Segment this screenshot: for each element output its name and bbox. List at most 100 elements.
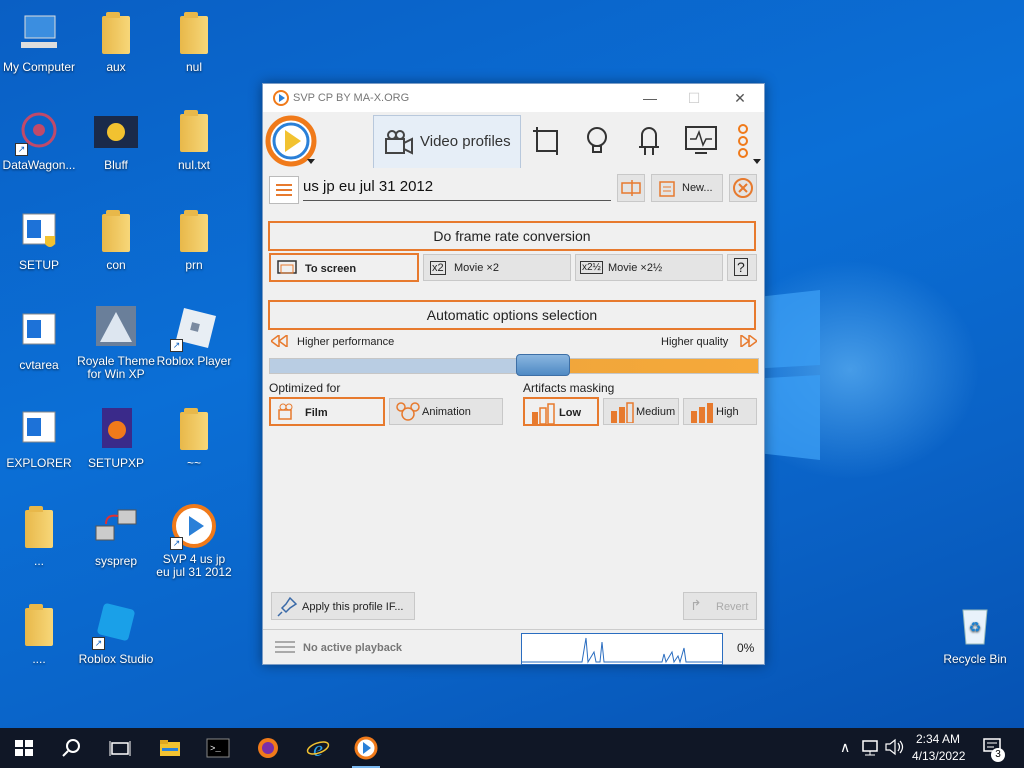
mode-movie-x25-button[interactable]: x2½ Movie ×2½ — [575, 254, 723, 281]
automatic-options-toggle[interactable]: Automatic options selection — [268, 300, 756, 330]
icon-label: aux — [106, 60, 126, 74]
profile-row: us jp eu jul 31 2012 New... — [269, 174, 757, 204]
icon-label: con — [106, 258, 126, 272]
svg-text:>_: >_ — [210, 744, 221, 754]
desktop-icon-royale-theme[interactable]: Royale Theme for Win XP — [77, 304, 155, 381]
desktop-icon-datawagon[interactable]: ↗ DataWagon... — [0, 108, 78, 172]
desktop-icon-bluff[interactable]: Bluff — [77, 108, 155, 172]
desktop-icon-svp4[interactable]: ↗ SVP 4 us jp eu jul 31 2012 — [155, 502, 233, 579]
clock-time[interactable]: 2:34 AM — [916, 732, 960, 746]
file-explorer-icon[interactable] — [158, 736, 182, 760]
close-button[interactable]: ✕ — [729, 88, 751, 108]
mode-to-screen-button[interactable]: To screen — [269, 253, 419, 282]
folder-icon — [180, 110, 208, 152]
tab-monitor[interactable] — [677, 115, 725, 167]
command-prompt-icon[interactable]: >_ — [206, 736, 230, 760]
desktop-icon-sysprep[interactable]: sysprep — [77, 504, 155, 568]
search-icon[interactable] — [60, 736, 84, 760]
revert-button[interactable]: ↱ Revert — [683, 592, 757, 620]
maximize-button[interactable]: ☐ — [683, 88, 705, 108]
shortcut-arrow-icon: ↗ — [92, 637, 105, 650]
rewind-icon — [271, 335, 288, 347]
tab-video-profiles[interactable]: Video profiles — [373, 115, 521, 168]
icon-label: nul — [185, 60, 202, 74]
higher-performance-label: Higher performance — [297, 336, 395, 348]
clock-date[interactable]: 4/13/2022 — [912, 749, 965, 763]
film-label: Film — [305, 407, 328, 419]
task-view-icon[interactable] — [108, 736, 132, 760]
mode-help-button[interactable]: ? — [727, 254, 757, 281]
profile-list-button[interactable] — [269, 176, 299, 204]
folder-icon — [25, 604, 53, 646]
desktop-icon-cvtarea[interactable]: cvtarea — [0, 308, 78, 372]
svp-control-panel-window[interactable]: SVP CP BY MA-X.ORG — ☐ ✕ Video profiles — [262, 83, 765, 665]
revert-arrow-icon: ↱ — [690, 597, 702, 613]
internet-explorer-icon[interactable]: e — [306, 736, 330, 760]
window-title: SVP CP BY MA-X.ORG — [293, 92, 410, 104]
icon-label: SETUP — [18, 258, 59, 272]
mode-label: Movie ×2 — [454, 262, 499, 274]
start-button-windows-icon[interactable] — [12, 736, 36, 760]
minimize-button[interactable]: — — [639, 88, 661, 108]
icon-label: EXPLORER — [6, 456, 72, 470]
quality-slider-track[interactable] — [269, 358, 759, 374]
artifacts-high-button[interactable]: High — [683, 398, 757, 425]
folder-icon — [180, 12, 208, 54]
fast-forward-icon — [740, 335, 757, 347]
icon-label: ~~ — [186, 456, 201, 470]
rename-profile-button[interactable] — [617, 174, 645, 202]
mode-movie-x2-button[interactable]: x2 Movie ×2 — [423, 254, 571, 281]
desktop-icon-dots[interactable]: ... — [0, 504, 78, 568]
desktop-icon-roblox-player[interactable]: ↗ Roblox Player — [155, 304, 233, 368]
desktop-icon-tilde[interactable]: ~~ — [155, 406, 233, 470]
svp-taskbar-icon[interactable] — [354, 736, 378, 760]
crop-icon — [533, 127, 558, 155]
desktop-icon-setup[interactable]: SETUP — [0, 208, 78, 272]
desktop-icon-explorer[interactable]: EXPLORER — [0, 406, 78, 470]
cpu-percent: 0% — [737, 641, 755, 655]
icon-label: Royale Theme for Win XP — [77, 354, 155, 381]
desktop-icon-con[interactable]: con — [77, 208, 155, 272]
tab-led[interactable] — [625, 115, 673, 167]
cpu-graph-line — [522, 637, 722, 664]
mode-label: Movie ×2½ — [608, 262, 663, 274]
desktop-icon-prn[interactable]: prn — [155, 208, 233, 272]
optimized-for-label: Optimized for — [269, 381, 341, 395]
network-icon[interactable] — [860, 737, 884, 761]
desktop-icon-four-dots[interactable]: .... — [0, 602, 78, 666]
icon-label: sysprep — [94, 554, 138, 568]
apply-profile-if-button[interactable]: Apply this profile IF... — [271, 592, 415, 620]
desktop-icon-recycle-bin[interactable]: ♻ Recycle Bin — [936, 602, 1014, 666]
optimized-film-button[interactable]: Film — [269, 397, 385, 426]
low-label: Low — [559, 407, 581, 419]
tab-lightbulb[interactable] — [573, 115, 621, 167]
optimized-animation-button[interactable]: Animation — [389, 398, 503, 425]
icon-label: ... — [33, 554, 44, 568]
playback-list-icon — [275, 641, 295, 653]
artifacts-medium-button[interactable]: Medium — [603, 398, 679, 425]
desktop-icon-aux[interactable]: aux — [77, 10, 155, 74]
quality-slider-thumb[interactable] — [516, 354, 571, 376]
firefox-icon[interactable] — [256, 736, 280, 760]
screen-icon — [277, 260, 297, 274]
desktop-icon-setupxp[interactable]: SETUPXP — [77, 406, 155, 470]
show-hidden-icons-chevron[interactable]: ∧ — [840, 739, 850, 756]
profile-name-field[interactable]: us jp eu jul 31 2012 — [303, 174, 611, 201]
frame-rate-conversion-toggle[interactable]: Do frame rate conversion — [268, 221, 756, 251]
artifacts-low-button[interactable]: Low — [523, 397, 599, 426]
svp-logo-menu-icon[interactable] — [265, 115, 317, 167]
desktop-icon-nul-txt[interactable]: nul.txt — [155, 108, 233, 172]
delete-profile-button[interactable] — [729, 174, 757, 202]
new-button-label: New... — [682, 182, 713, 194]
volume-icon[interactable] — [884, 737, 908, 761]
folder-icon — [102, 12, 130, 54]
desktop-icon-roblox-studio[interactable]: ↗ Roblox Studio — [77, 602, 155, 666]
pin-icon — [277, 596, 298, 617]
more-options-menu[interactable] — [729, 115, 763, 167]
new-profile-button[interactable]: New... — [651, 174, 723, 202]
folder-icon — [180, 210, 208, 252]
title-bar[interactable]: SVP CP BY MA-X.ORG — ☐ ✕ — [263, 84, 764, 112]
desktop-icon-my-computer[interactable]: My Computer — [0, 10, 78, 74]
desktop-icon-nul[interactable]: nul — [155, 10, 233, 74]
tab-crop[interactable] — [521, 115, 569, 167]
